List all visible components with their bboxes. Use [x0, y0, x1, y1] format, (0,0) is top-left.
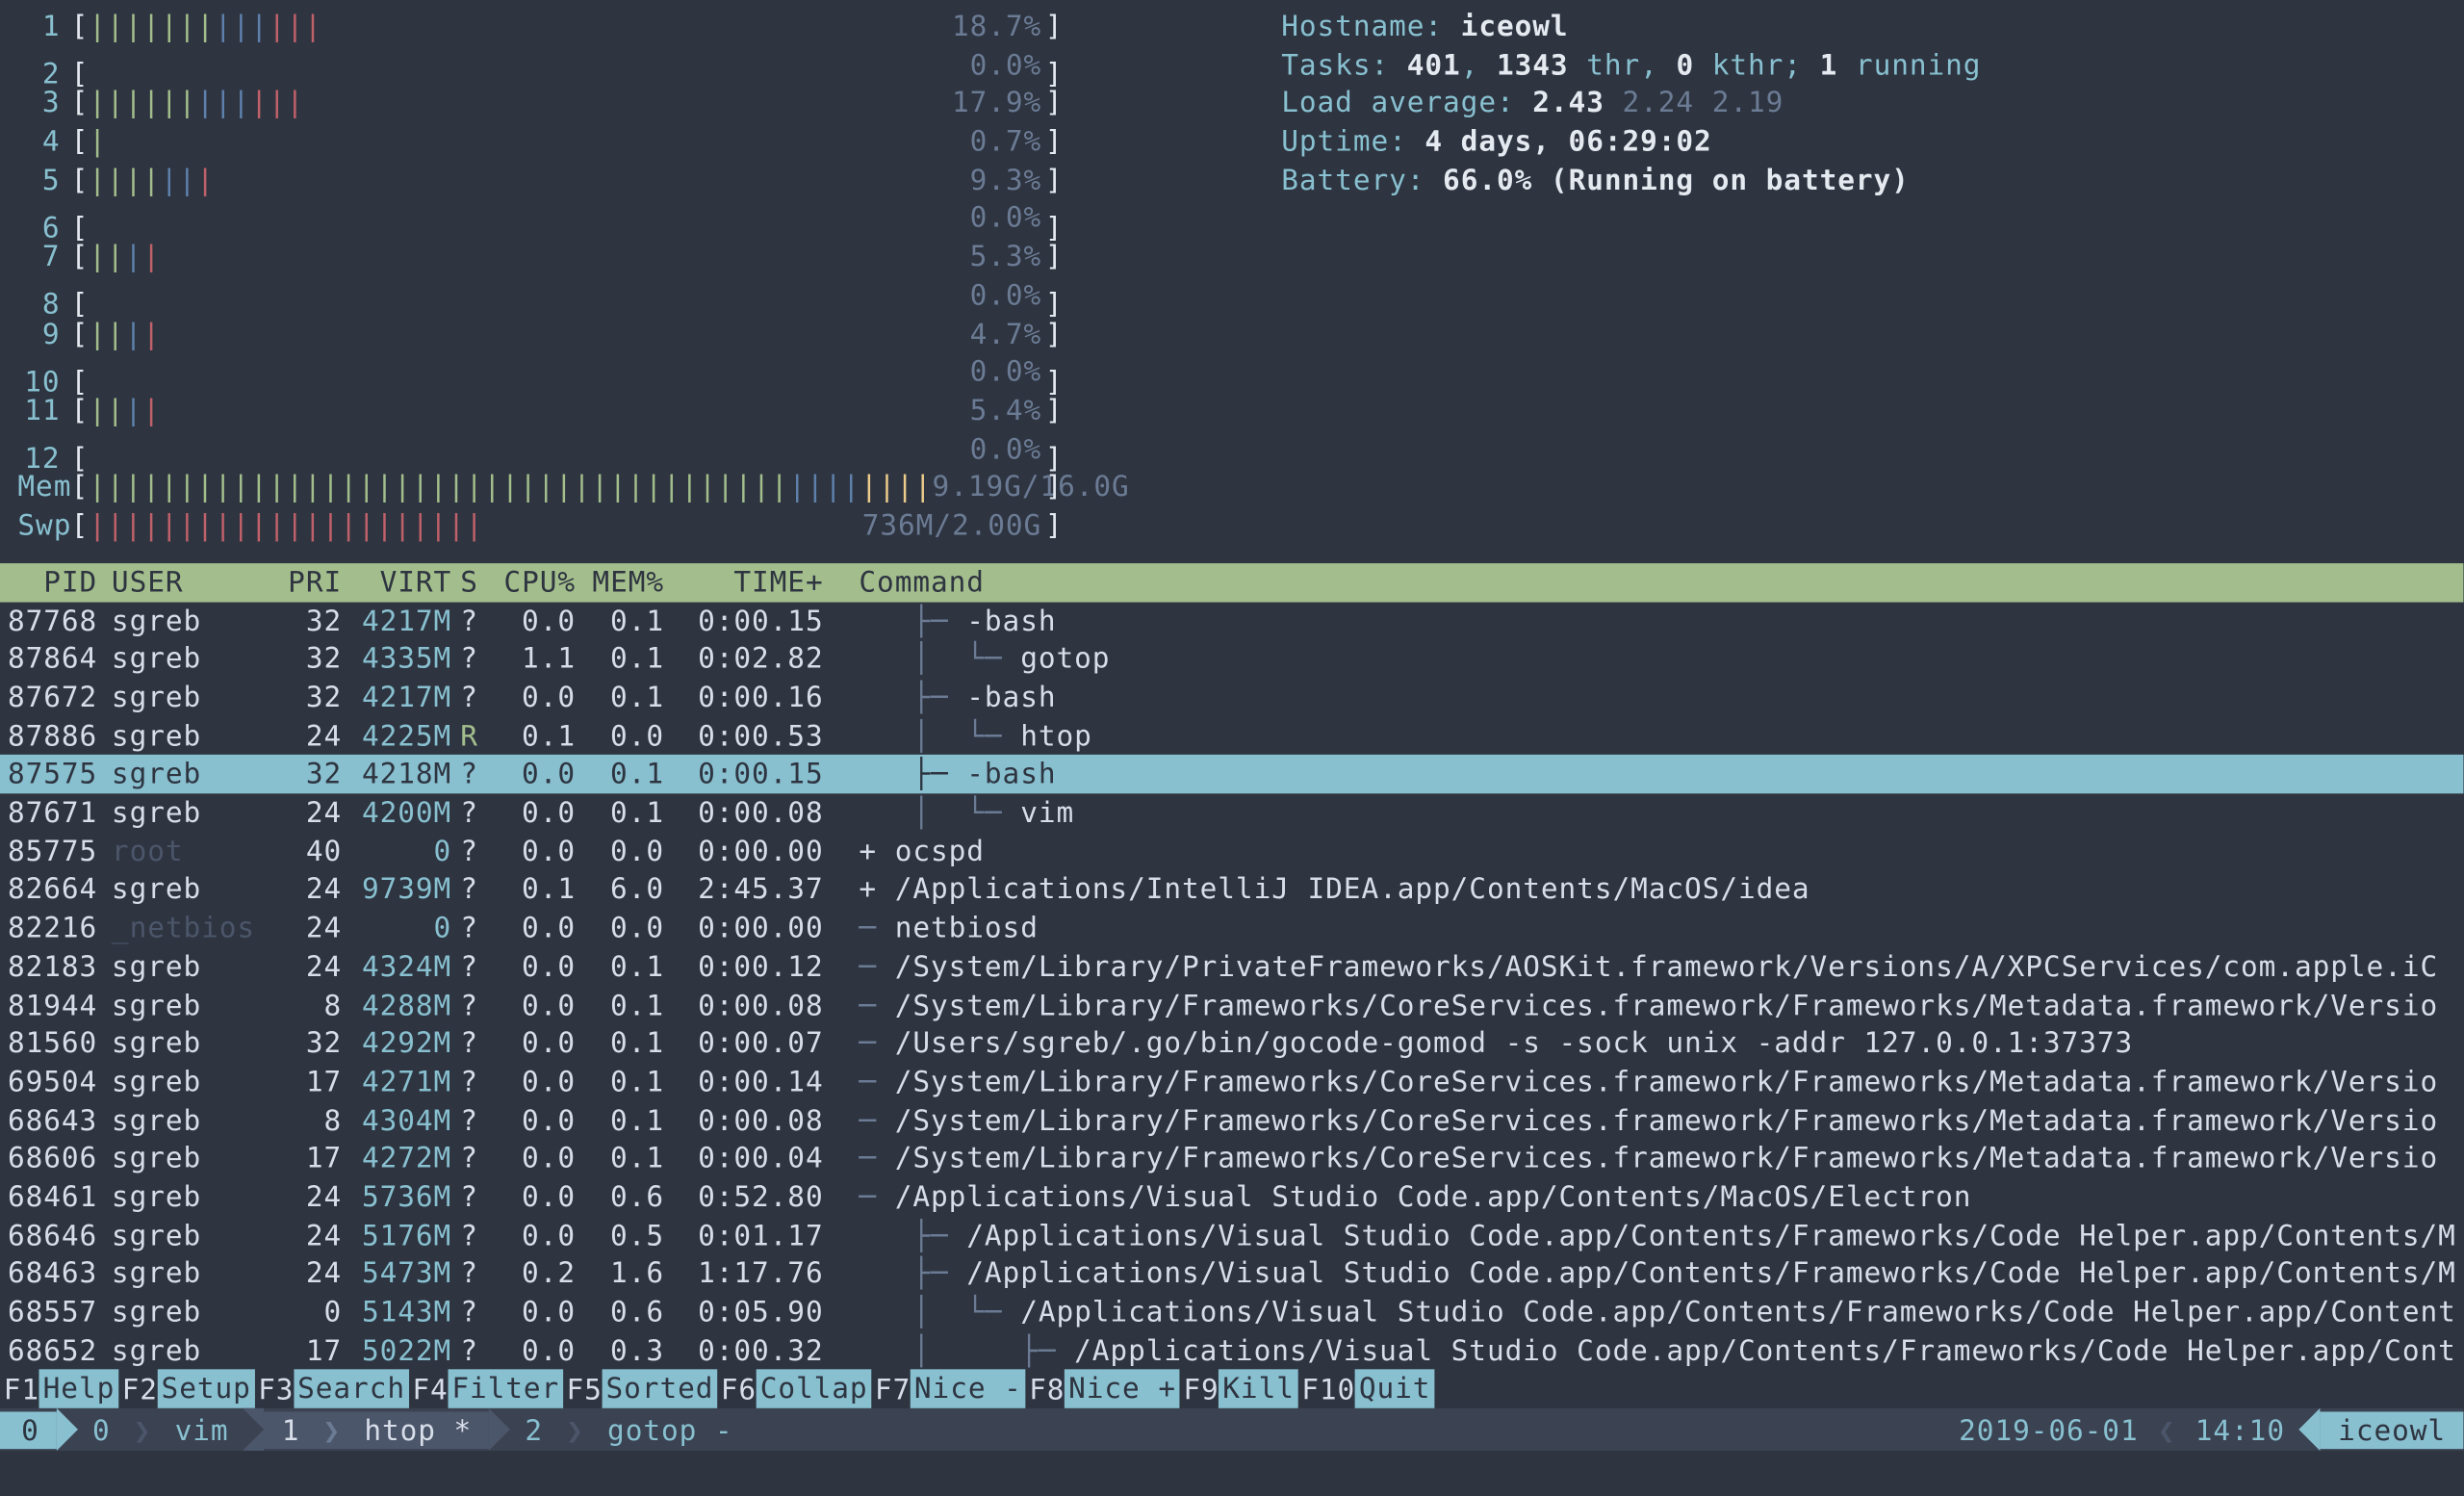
- chevron-left-icon: ❮: [2152, 1411, 2181, 1450]
- function-key[interactable]: F3Search: [254, 1370, 408, 1408]
- function-key[interactable]: F10Quit: [1298, 1370, 1435, 1408]
- process-row[interactable]: 82664 sgreb 24 9739M ? 0.1 6.0 2:45.37 +…: [0, 870, 2463, 909]
- cpu-meter: 4[|0.7%]: [17, 122, 1231, 161]
- process-row[interactable]: 82216 _netbios 24 0 ? 0.0 0.0 0:00.00 ─ …: [0, 909, 2463, 947]
- process-row[interactable]: 68461 sgreb 24 5736M ? 0.0 0.6 0:52.80 ─…: [0, 1177, 2463, 1216]
- function-key[interactable]: F2Setup: [118, 1370, 255, 1408]
- tmux-time: 14:10: [2181, 1411, 2299, 1450]
- tmux-window[interactable]: 2 ❯ gotop -: [511, 1411, 748, 1450]
- process-row[interactable]: 87575 sgreb 32 4218M ? 0.0 0.1 0:00.15 ├…: [0, 756, 2463, 794]
- cpu-meter: 2[0.0%]: [17, 45, 1231, 84]
- cpu-meter: 11[||||5.4%]: [17, 391, 1231, 429]
- process-row[interactable]: 87886 sgreb 24 4225M R 0.1 0.0 0:00.53 │…: [0, 717, 2463, 756]
- process-row[interactable]: 85775 root 40 0 ? 0.0 0.0 0:00.00 + ocsp…: [0, 832, 2463, 870]
- function-key[interactable]: F9Kill: [1180, 1370, 1298, 1408]
- process-row[interactable]: 69504 sgreb 17 4271M ? 0.0 0.1 0:00.14 ─…: [0, 1063, 2463, 1101]
- cpu-meter: 7[||||5.3%]: [17, 238, 1231, 276]
- tmux-window[interactable]: 0 ❯ vim: [78, 1411, 243, 1450]
- function-key[interactable]: F5Sorted: [563, 1370, 717, 1408]
- swap-meter: Swp[||||||||||||||||||||||736M/2.00G]: [17, 506, 1231, 545]
- function-key[interactable]: F1Help: [0, 1370, 118, 1408]
- cpu-meter: 12[0.0%]: [17, 429, 1231, 468]
- cpu-meter: 8[0.0%]: [17, 276, 1231, 315]
- process-row[interactable]: 68463 sgreb 24 5473M ? 0.2 1.6 1:17.76 ├…: [0, 1254, 2463, 1293]
- process-row[interactable]: 81944 sgreb 8 4288M ? 0.0 0.1 0:00.08 ─ …: [0, 986, 2463, 1024]
- cpu-meter: 6[0.0%]: [17, 199, 1231, 238]
- cpu-meter: 10[0.0%]: [17, 353, 1231, 392]
- process-row[interactable]: 68606 sgreb 17 4272M ? 0.0 0.1 0:00.04 ─…: [0, 1140, 2463, 1178]
- cpu-meter: 9[||||4.7%]: [17, 315, 1231, 353]
- process-row[interactable]: 68646 sgreb 24 5176M ? 0.0 0.5 0:01.17 ├…: [0, 1216, 2463, 1254]
- tmux-window-active[interactable]: 1 ❯ htop *: [264, 1411, 489, 1450]
- system-info: Hostname: iceowl Tasks: 401, 1343 thr, 0…: [1232, 7, 2446, 545]
- process-row[interactable]: 81560 sgreb 32 4292M ? 0.0 0.1 0:00.07 ─…: [0, 1024, 2463, 1063]
- tmux-session[interactable]: 0: [0, 1411, 57, 1450]
- tmux-date: 2019-06-01: [1944, 1411, 2152, 1450]
- tmux-host: iceowl: [2321, 1411, 2464, 1450]
- process-row[interactable]: 82183 sgreb 24 4324M ? 0.0 0.1 0:00.12 ─…: [0, 947, 2463, 986]
- process-row[interactable]: 68643 sgreb 8 4304M ? 0.0 0.1 0:00.08 ─ …: [0, 1101, 2463, 1140]
- cpu-meters: 1[|||||||||||||18.7%]2[0.0%]3[||||||||||…: [17, 7, 1231, 545]
- tmux-status-bar: 0 0 ❯ vim 1 ❯ htop * 2 ❯ gotop - 2019-06-0…: [0, 1408, 2463, 1451]
- cpu-meter: 1[|||||||||||||18.7%]: [17, 7, 1231, 45]
- process-header[interactable]: PID USER PRI VIRT S CPU% MEM% TIME+ Comm…: [0, 562, 2463, 601]
- process-row[interactable]: 68557 sgreb 0 5143M ? 0.0 0.6 0:05.90 │ …: [0, 1293, 2463, 1331]
- function-key[interactable]: F8Nice +: [1025, 1370, 1179, 1408]
- function-key[interactable]: F6Collap: [717, 1370, 871, 1408]
- process-list[interactable]: 87768 sgreb 32 4217M ? 0.0 0.1 0:00.15 ├…: [0, 602, 2463, 1370]
- process-row[interactable]: 68652 sgreb 17 5022M ? 0.0 0.3 0:00.32 │…: [0, 1331, 2463, 1370]
- mem-meter: Mem[||||||||||||||||||||||||||||||||||||…: [17, 468, 1231, 506]
- cpu-meter: 3[||||||||||||17.9%]: [17, 84, 1231, 122]
- process-row[interactable]: 87864 sgreb 32 4335M ? 1.1 0.1 0:02.82 │…: [0, 640, 2463, 679]
- function-key[interactable]: F4Filter: [409, 1370, 563, 1408]
- process-row[interactable]: 87768 sgreb 32 4217M ? 0.0 0.1 0:00.15 ├…: [0, 602, 2463, 640]
- function-key[interactable]: F7Nice -: [871, 1370, 1025, 1408]
- process-row[interactable]: 87671 sgreb 24 4200M ? 0.0 0.1 0:00.08 │…: [0, 793, 2463, 832]
- process-row[interactable]: 87672 sgreb 32 4217M ? 0.0 0.1 0:00.16 ├…: [0, 679, 2463, 717]
- function-bar: F1Help F2Setup F3SearchF4FilterF5SortedF…: [0, 1370, 2463, 1408]
- cpu-meter: 5[|||||||9.3%]: [17, 161, 1231, 199]
